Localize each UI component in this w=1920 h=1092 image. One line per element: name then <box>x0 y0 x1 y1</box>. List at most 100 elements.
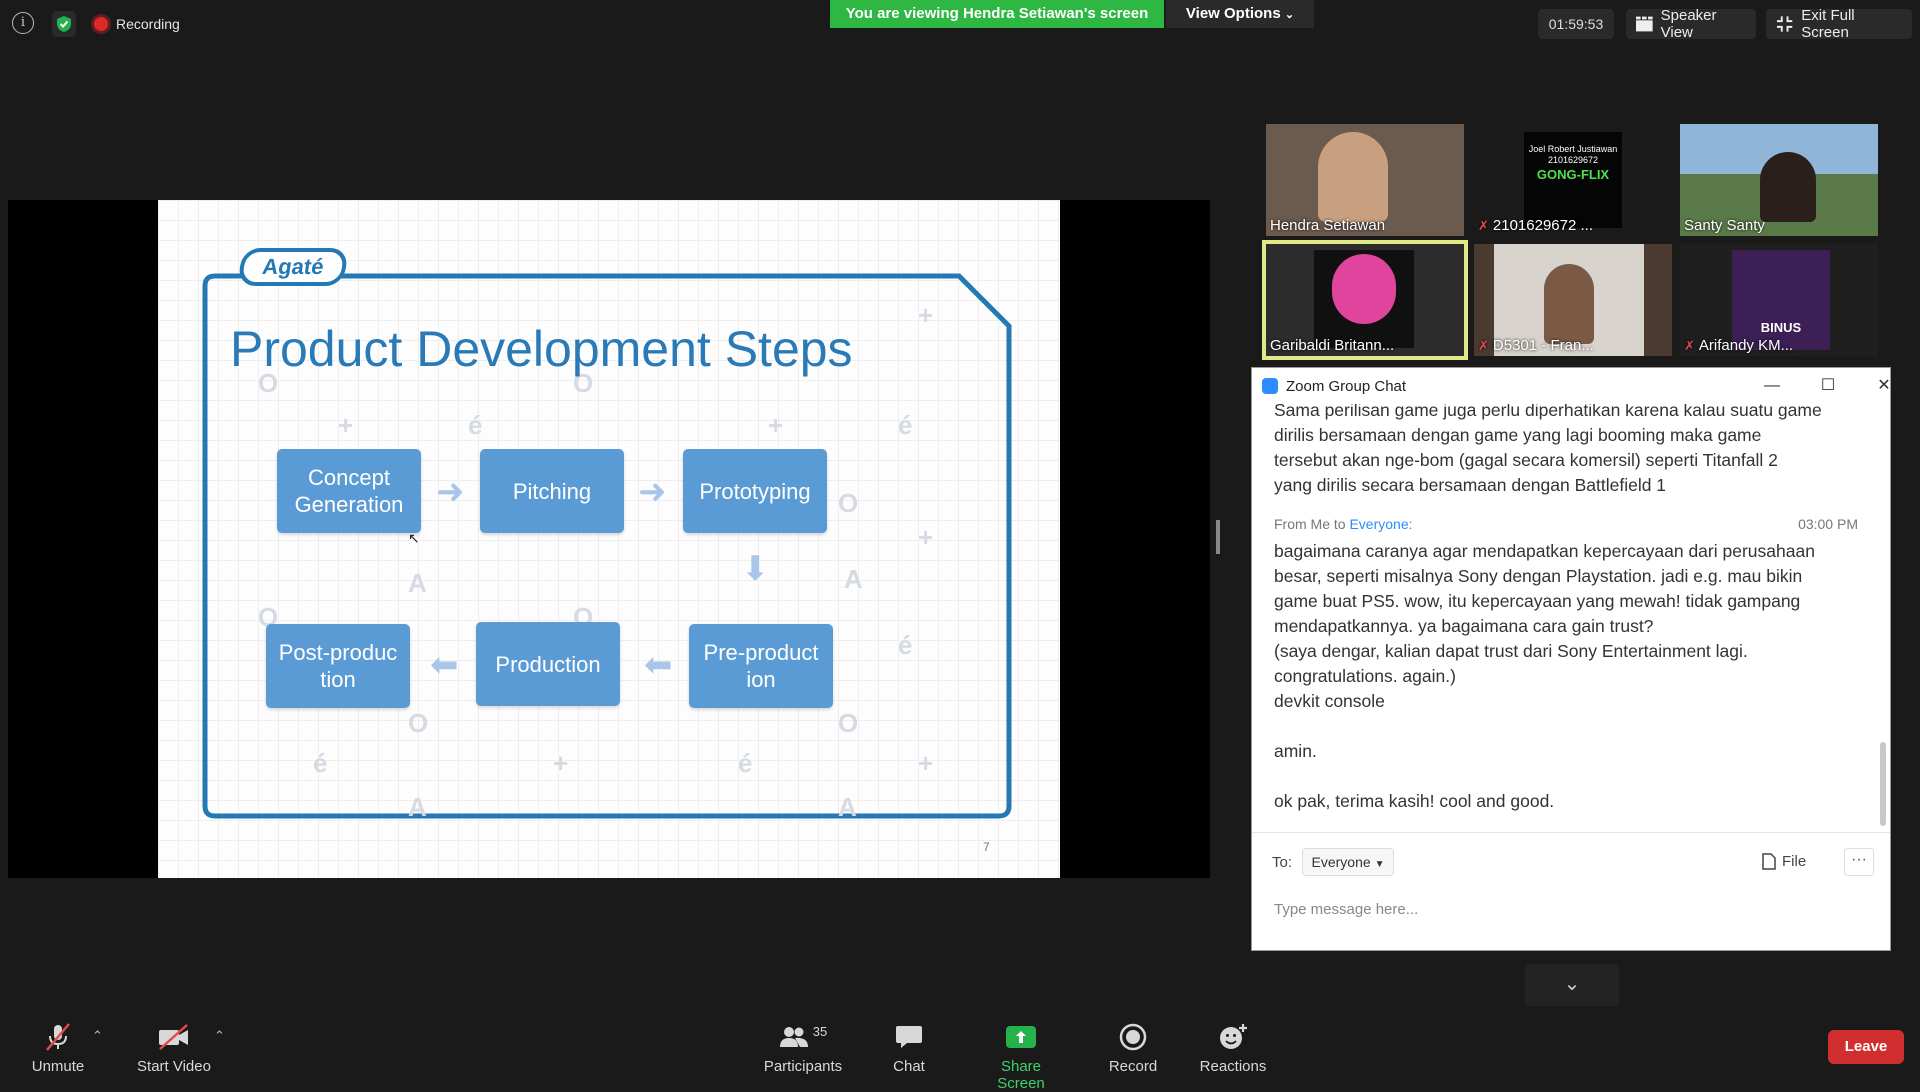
message-line <box>1274 764 1864 789</box>
start-video-label: Start Video <box>137 1058 211 1075</box>
exit-full-screen-button[interactable]: Exit Full Screen <box>1766 7 1912 41</box>
chat-scrollbar[interactable] <box>1880 742 1886 826</box>
chat-label: Chat <box>893 1058 925 1075</box>
participant-tile-arifandy[interactable]: BINUS ✗ Arifandy KM... <box>1680 244 1878 356</box>
step-production: Production <box>476 622 620 706</box>
message-header: From Me to Everyone: 03:00 PM <box>1274 512 1864 537</box>
decorative-pattern-glyph: A <box>838 792 857 822</box>
chat-messages[interactable]: Sama perilisan game juga perlu diperhati… <box>1274 404 1864 846</box>
muted-mic-icon: ✗ <box>1478 337 1489 353</box>
view-options-label: View Options <box>1185 5 1281 22</box>
minimize-icon[interactable]: — <box>1744 368 1800 404</box>
avatar <box>1318 132 1388 222</box>
chevron-down-icon: ▼ <box>1374 859 1385 870</box>
decorative-pattern-glyph: é <box>468 410 483 440</box>
zoom-logo-icon <box>1262 378 1278 394</box>
step-pitching: Pitching <box>480 449 624 533</box>
participant-name: ✗ 2101629672 ... <box>1478 217 1593 234</box>
recipient-select[interactable]: Everyone ▼ <box>1302 848 1394 876</box>
unmute-button[interactable]: Unmute <box>26 1022 90 1075</box>
gallery-scroll-down-button[interactable]: ⌄ <box>1525 964 1619 1006</box>
split-resize-handle[interactable] <box>1216 520 1220 554</box>
recording-dot-icon <box>94 17 108 31</box>
message-line: tersebut akan nge-bom (gagal secara kome… <box>1274 450 1778 470</box>
record-button[interactable]: Record <box>1106 1022 1160 1075</box>
card-text: GONG-FLIX <box>1536 167 1610 182</box>
arrow-left-icon: ⬅ <box>430 646 459 684</box>
speaker-view-button[interactable]: Speaker View <box>1626 7 1756 41</box>
view-options-button[interactable]: View Options ⌄ <box>1166 0 1314 28</box>
zoom-group-chat-window[interactable]: Zoom Group Chat — ☐ ✕ Sama perilisan gam… <box>1252 368 1891 950</box>
meeting-toolbar: Unmute ⌃ Start Video ⌃ 35 Participants C… <box>0 1010 1920 1092</box>
more-options-button[interactable]: ··· <box>1844 848 1874 876</box>
recording-label: Recording <box>116 16 180 32</box>
share-screen-button[interactable]: Share Screen <box>976 1022 1066 1092</box>
participant-tile-garibaldi[interactable]: Garibaldi Britann... <box>1262 240 1468 360</box>
message-line: besar, seperti misalnya Sony dengan Play… <box>1274 566 1803 586</box>
encryption-shield-icon[interactable] <box>52 11 76 37</box>
maximize-icon[interactable]: ☐ <box>1800 368 1856 404</box>
step-prototyping: Prototyping <box>683 449 827 533</box>
muted-mic-icon <box>46 1023 70 1051</box>
muted-mic-icon: ✗ <box>1684 337 1695 353</box>
arrow-down-icon: ⬇ <box>741 550 770 588</box>
participant-tile-santy[interactable]: Santy Santy <box>1680 124 1878 236</box>
chat-title-bar: Zoom Group Chat — ☐ ✕ <box>1252 368 1891 404</box>
message-line: mendapatkannya. ya bagaimana cara gain t… <box>1274 616 1654 636</box>
share-screen-icon <box>1006 1026 1036 1048</box>
participant-name: ✗ Arifandy KM... <box>1684 337 1794 354</box>
step-pre-production: Pre-product ion <box>689 624 833 708</box>
close-icon[interactable]: ✕ <box>1856 368 1912 404</box>
participant-tile-hendra[interactable]: Hendra Setiawan <box>1266 124 1464 236</box>
message-recipient[interactable]: Everyone: <box>1349 516 1412 532</box>
card-text: 2101629672 <box>1547 155 1599 165</box>
message-line: bagaimana caranya agar mendapatkan keper… <box>1274 541 1815 561</box>
file-button[interactable]: File <box>1762 848 1806 874</box>
message-line: Sama perilisan game juga perlu diperhati… <box>1274 404 1822 420</box>
video-off-icon <box>159 1024 188 1050</box>
message-line: dirilis bersamaan dengan game yang lagi … <box>1274 425 1762 445</box>
avatar <box>1544 264 1594 344</box>
shared-screen[interactable]: O O + + é + é O + A O O A é O O é + é + … <box>8 200 1210 878</box>
muted-mic-icon: ✗ <box>1478 217 1489 233</box>
participant-name: Santy Santy <box>1684 217 1765 234</box>
mouse-cursor-icon: ↖ <box>408 530 420 546</box>
participants-label: Participants <box>763 1058 843 1075</box>
message-timestamp: 03:00 PM <box>1798 516 1858 532</box>
exit-full-screen-label: Exit Full Screen <box>1801 7 1855 41</box>
reactions-button[interactable]: Reactions <box>1198 1022 1268 1075</box>
decorative-pattern-glyph: O <box>408 708 429 738</box>
reactions-label: Reactions <box>1199 1058 1267 1075</box>
exit-full-screen-icon <box>1776 16 1793 32</box>
card-text: BINUS <box>1760 320 1802 335</box>
card-text: Joel Robert Justiawan <box>1528 144 1618 154</box>
leave-button[interactable]: Leave <box>1828 1030 1904 1064</box>
file-label: File <box>1782 852 1807 870</box>
smiley-add-icon <box>1220 1024 1247 1049</box>
step-concept-generation: Concept Generation <box>277 449 421 533</box>
name-card: Joel Robert Justiawan 2101629672 GONG-FL… <box>1524 132 1622 228</box>
video-options-caret-icon[interactable]: ⌃ <box>214 1028 225 1044</box>
message-sender: From Me to Everyone: <box>1274 516 1413 532</box>
arrow-right-icon: ➜ <box>436 473 465 511</box>
chat-message: bagaimana caranya agar mendapatkan keper… <box>1274 539 1864 814</box>
start-video-button[interactable]: Start Video <box>132 1022 216 1075</box>
participant-tile-2101629672[interactable]: Joel Robert Justiawan 2101629672 GONG-FL… <box>1474 124 1672 236</box>
info-icon[interactable]: i <box>12 12 34 34</box>
participant-tile-d5301[interactable]: ✗ D5301 - Fran... <box>1474 244 1672 356</box>
chat-button[interactable]: Chat <box>884 1022 934 1075</box>
step-post-production: Post-produc tion <box>266 624 410 708</box>
decorative-pattern-glyph: é <box>313 748 328 778</box>
audio-options-caret-icon[interactable]: ⌃ <box>92 1028 103 1044</box>
speaker-view-icon <box>1636 16 1653 32</box>
participant-name: Hendra Setiawan <box>1270 217 1386 234</box>
decorative-pattern-glyph: A <box>408 792 427 822</box>
viewing-screen-banner: You are viewing Hendra Setiawan's screen <box>830 0 1164 28</box>
participants-count: 35 <box>812 1023 828 1039</box>
recipient-value: Everyone <box>1311 854 1371 870</box>
chat-message-input[interactable] <box>1272 888 1876 930</box>
participants-button[interactable]: 35 Participants <box>758 1022 848 1076</box>
recording-indicator[interactable]: Recording <box>94 12 180 36</box>
participant-name: Garibaldi Britann... <box>1270 337 1395 354</box>
avatar <box>1760 152 1816 222</box>
